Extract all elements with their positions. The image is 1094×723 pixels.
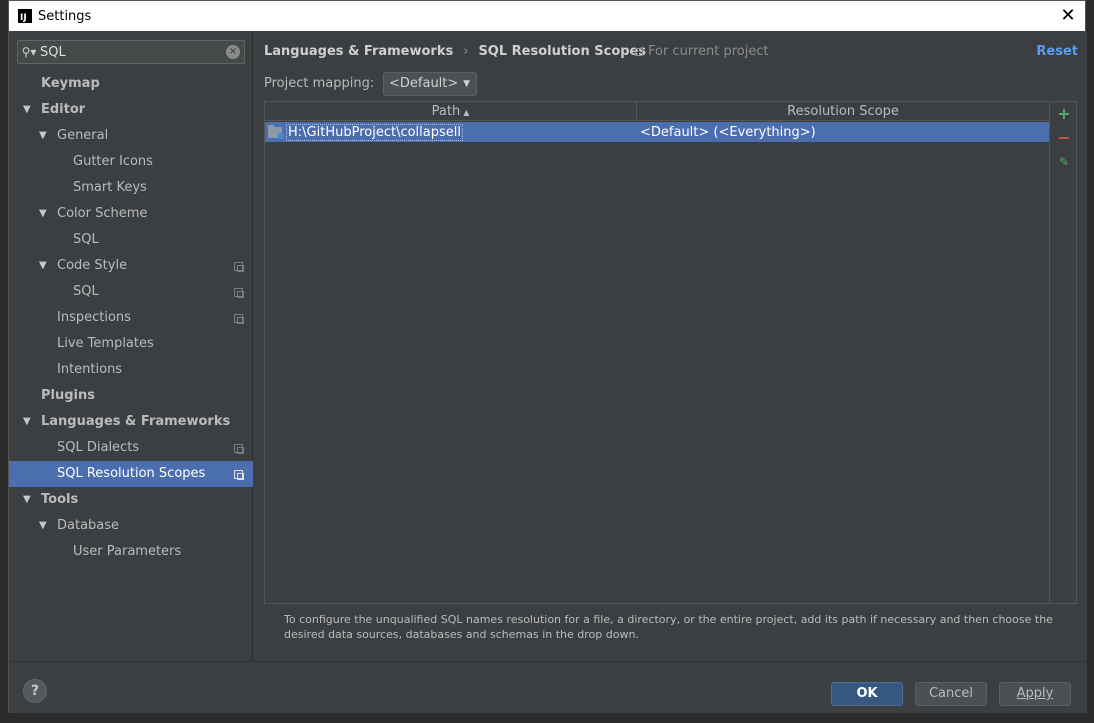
breadcrumb: Languages & Frameworks › SQL Resolution … — [264, 44, 646, 59]
sidebar-item-label: SQL — [73, 284, 99, 299]
table-row[interactable]: H:\GitHubProject\collapsell <Default> (<… — [265, 122, 1049, 142]
path-cell[interactable]: H:\GitHubProject\collapsell — [282, 123, 637, 141]
expand-arrow-icon[interactable]: ▼ — [39, 201, 47, 227]
background-ide-left — [0, 0, 8, 723]
sidebar-item-inspections[interactable]: Inspections — [9, 305, 253, 331]
expand-arrow-icon[interactable]: ▼ — [23, 97, 31, 123]
expand-arrow-icon[interactable]: ▼ — [39, 253, 47, 279]
chevron-down-icon: ▼ — [463, 79, 470, 89]
remove-icon[interactable]: − — [1056, 130, 1072, 146]
resolution-scope-cell[interactable]: <Default> (<Everything>) — [637, 125, 816, 140]
project-level-icon — [234, 444, 244, 454]
background-ide-right — [1086, 0, 1094, 723]
breadcrumb-parent: Languages & Frameworks — [264, 44, 454, 59]
add-icon[interactable]: + — [1056, 106, 1072, 122]
sidebar-item-sql[interactable]: SQL — [9, 227, 253, 253]
sidebar-item-keymap[interactable]: Keymap — [9, 71, 253, 97]
sidebar-item-database[interactable]: ▼ Database — [9, 513, 253, 539]
search-icon[interactable]: ⚲▾ — [18, 45, 40, 59]
cancel-button[interactable]: Cancel — [915, 682, 987, 706]
resolution-scopes-table: Path ▲ Resolution Scope H:\GitHubProject\… — [264, 101, 1050, 604]
sidebar-item-label: Live Templates — [57, 336, 154, 351]
window-title: Settings — [38, 8, 92, 24]
ok-button[interactable]: OK — [831, 682, 903, 706]
reset-link[interactable]: Reset — [1036, 44, 1078, 59]
table-toolbar: + − ✎ — [1051, 101, 1077, 604]
sort-ascending-icon: ▲ — [463, 108, 470, 117]
clear-search-icon[interactable]: × — [226, 45, 240, 59]
sidebar-item-label: User Parameters — [73, 544, 182, 559]
sidebar-item-label: Inspections — [57, 310, 131, 325]
sidebar-item-label: Color Scheme — [57, 206, 148, 221]
path-value: H:\GitHubProject\collapsell — [286, 123, 463, 141]
sidebar-item-live-templates[interactable]: Live Templates — [9, 331, 253, 357]
column-header-path-label: Path — [431, 104, 461, 119]
expand-arrow-icon[interactable]: ▼ — [39, 123, 47, 149]
intellij-app-icon: IJ — [18, 9, 32, 23]
column-header-path[interactable]: Path ▲ — [265, 102, 637, 121]
sidebar-item-label: Gutter Icons — [73, 154, 153, 169]
sidebar-item-tools[interactable]: ▼ Tools — [9, 487, 253, 513]
sidebar-item-smart-keys[interactable]: Smart Keys — [9, 175, 253, 201]
sidebar-item-label: Tools — [41, 492, 79, 507]
sidebar-item-user-parameters[interactable]: User Parameters — [9, 539, 253, 565]
sidebar-item-label: Languages & Frameworks — [41, 414, 231, 429]
table-header: Path ▲ Resolution Scope — [265, 102, 1049, 121]
expand-arrow-icon[interactable]: ▼ — [39, 513, 47, 539]
sidebar-item-label: Editor — [41, 102, 86, 117]
title-bar: IJ Settings ✕ — [9, 1, 1085, 31]
sidebar-item-editor[interactable]: ▼ Editor — [9, 97, 253, 123]
for-current-project-hint: For current project — [635, 44, 769, 59]
sidebar-item-intentions[interactable]: Intentions — [9, 357, 253, 383]
sidebar-item-gutter-icons[interactable]: Gutter Icons — [9, 149, 253, 175]
dialog-footer: ? OK Cancel Apply — [9, 661, 1087, 713]
breadcrumb-separator: › — [463, 44, 469, 59]
settings-dialog: IJ Settings ✕ ⚲▾ × Keymap ▼ Editor ▼ General… — [8, 0, 1087, 713]
sidebar-item-sql[interactable]: SQL — [9, 279, 253, 305]
sidebar-item-general[interactable]: ▼ General — [9, 123, 253, 149]
sidebar-item-label: Keymap — [41, 76, 100, 91]
expand-arrow-icon[interactable]: ▼ — [23, 487, 31, 513]
sidebar-item-plugins[interactable]: Plugins — [9, 383, 253, 409]
sidebar-item-sql-dialects[interactable]: SQL Dialects — [9, 435, 253, 461]
sidebar-item-label: Intentions — [57, 362, 123, 377]
sidebar-item-label: Plugins — [41, 388, 95, 403]
settings-tree: Keymap ▼ Editor ▼ General Gutter Icons Smart K… — [9, 71, 253, 565]
folder-icon — [268, 124, 284, 139]
sidebar-item-label: SQL — [73, 232, 99, 247]
settings-content-panel: Languages & Frameworks › SQL Resolution … — [254, 32, 1087, 661]
sidebar-item-label: General — [57, 128, 109, 143]
sidebar-item-label: SQL Resolution Scopes — [57, 466, 206, 481]
sidebar-item-color-scheme[interactable]: ▼ Color Scheme — [9, 201, 253, 227]
project-mapping-value: <Default> — [389, 76, 459, 91]
column-header-resolution-scope[interactable]: Resolution Scope — [637, 102, 1049, 121]
close-button[interactable]: ✕ — [1057, 5, 1079, 27]
settings-sidebar: ⚲▾ × Keymap ▼ Editor ▼ General Gutter Icons Sm… — [9, 32, 253, 661]
apply-button[interactable]: Apply — [999, 682, 1071, 706]
sidebar-item-label: Database — [57, 518, 120, 533]
sidebar-item-languages-frameworks[interactable]: ▼ Languages & Frameworks — [9, 409, 253, 435]
project-level-icon — [234, 288, 244, 298]
sidebar-item-label: Code Style — [57, 258, 128, 273]
sidebar-item-sql-resolution-scopes[interactable]: SQL Resolution Scopes — [9, 461, 253, 487]
expand-arrow-icon[interactable]: ▼ — [23, 409, 31, 435]
project-mapping-label: Project mapping: — [264, 76, 375, 91]
search-input[interactable] — [40, 44, 210, 60]
edit-pencil-icon[interactable]: ✎ — [1056, 154, 1072, 170]
help-button[interactable]: ? — [23, 679, 47, 703]
project-level-icon — [234, 470, 244, 480]
settings-search-box[interactable]: ⚲▾ × — [17, 40, 245, 64]
project-mapping-dropdown[interactable]: <Default> ▼ — [383, 72, 477, 96]
breadcrumb-current: SQL Resolution Scopes — [478, 44, 647, 59]
help-note: To configure the unqualified SQL names r… — [284, 613, 1053, 641]
sidebar-item-label: SQL Dialects — [57, 440, 140, 455]
sidebar-item-label: Smart Keys — [73, 180, 147, 195]
sidebar-item-code-style[interactable]: ▼ Code Style — [9, 253, 253, 279]
for-current-project-label: For current project — [648, 44, 769, 59]
project-level-icon — [234, 262, 244, 272]
project-scope-icon — [635, 47, 643, 56]
project-level-icon — [234, 314, 244, 324]
